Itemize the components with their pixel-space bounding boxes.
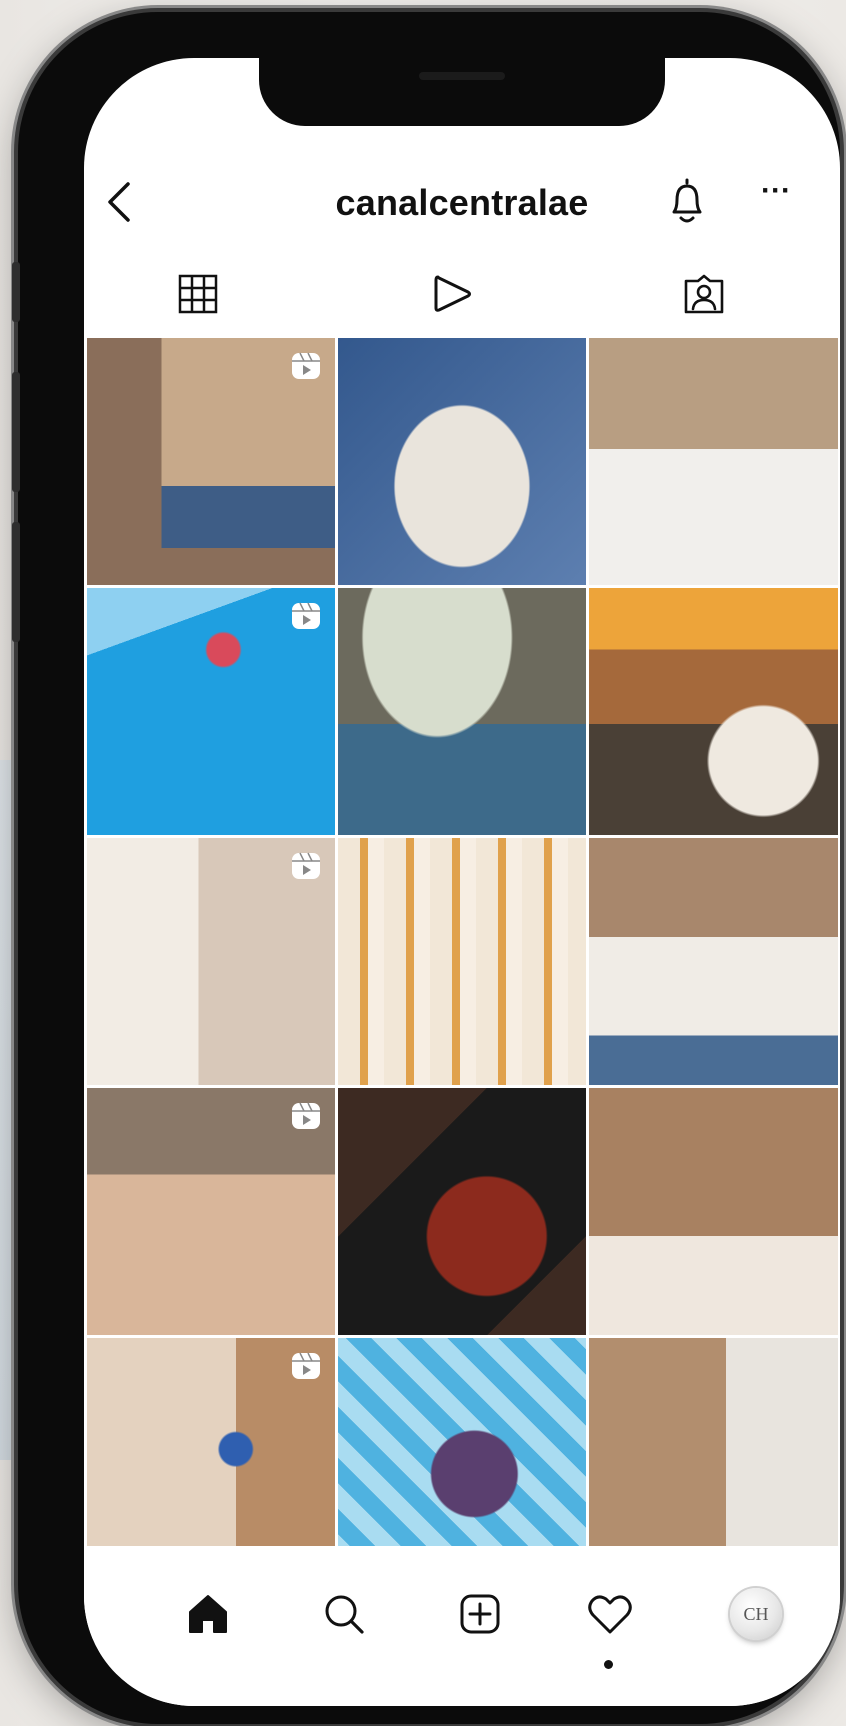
nav-home[interactable]: [180, 1586, 236, 1642]
phone-notch: [259, 58, 665, 126]
post-thumbnail[interactable]: [87, 838, 335, 1085]
post-thumbnail[interactable]: [338, 338, 586, 585]
side-button: [12, 262, 20, 322]
post-grid: [87, 338, 838, 1585]
tab-reels[interactable]: [422, 266, 482, 322]
nav-activity[interactable]: [582, 1586, 638, 1642]
home-icon: [189, 1595, 227, 1633]
more-options-button[interactable]: ···: [756, 176, 796, 218]
speaker-grille: [419, 72, 505, 80]
profile-header: canalcentralae ···: [84, 168, 840, 238]
post-thumbnail[interactable]: [338, 838, 586, 1085]
notifications-button[interactable]: [664, 174, 710, 228]
nav-profile-avatar[interactable]: CH: [730, 1588, 782, 1640]
tab-grid[interactable]: [168, 266, 228, 322]
bell-icon: [672, 178, 702, 223]
post-thumbnail[interactable]: [589, 588, 838, 835]
post-thumbnail[interactable]: [589, 338, 838, 585]
reel-icon: [292, 352, 320, 379]
avatar-monogram: CH: [743, 1603, 769, 1624]
post-thumbnail[interactable]: [589, 838, 838, 1085]
phone-frame: canalcentralae ··· CH: [12, 12, 840, 1724]
app-screen: canalcentralae ··· CH: [84, 58, 840, 1706]
post-thumbnail[interactable]: [87, 588, 335, 835]
activity-indicator-dot: [604, 1660, 613, 1669]
post-thumbnail[interactable]: [338, 1088, 586, 1335]
side-button: [12, 522, 20, 642]
reel-icon: [292, 852, 320, 879]
search-icon: [325, 1595, 364, 1634]
reel-icon: [292, 1102, 320, 1129]
post-thumbnail[interactable]: [87, 1088, 335, 1335]
post-thumbnail[interactable]: [87, 338, 335, 585]
side-button: [12, 372, 20, 492]
bottom-navigation: CH: [84, 1546, 840, 1706]
post-thumbnail[interactable]: [589, 1088, 838, 1335]
profile-username: canalcentralae: [335, 182, 589, 223]
plus-square-icon: [460, 1594, 500, 1634]
tagged-person-icon: [684, 274, 724, 314]
profile-tabs: [84, 254, 840, 334]
play-icon: [434, 275, 471, 312]
tab-tagged[interactable]: [674, 266, 734, 322]
post-thumbnail[interactable]: [338, 588, 586, 835]
nav-new-post[interactable]: [452, 1586, 508, 1642]
reel-icon: [292, 602, 320, 629]
nav-search[interactable]: [316, 1586, 372, 1642]
grid-icon: [178, 274, 218, 314]
heart-icon: [588, 1595, 632, 1634]
reel-icon: [292, 1352, 320, 1379]
